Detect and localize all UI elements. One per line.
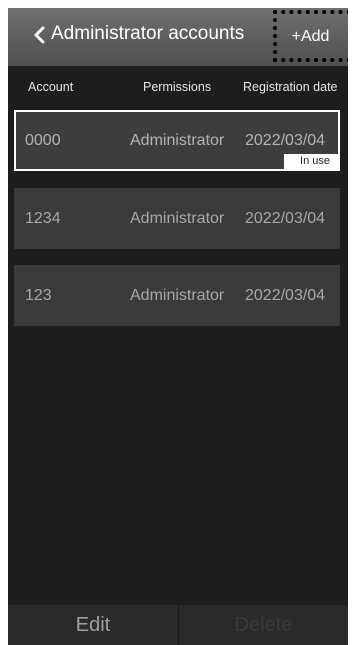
account-row[interactable]: 123 Administrator 2022/03/04 [14,265,340,326]
account-row[interactable]: 0000 Administrator 2022/03/04 In use [14,110,340,171]
account-id: 123 [25,286,52,304]
column-header: Account Permissions Registration date [8,66,348,106]
account-id: 0000 [25,131,61,149]
add-account-button[interactable]: +Add [273,12,348,62]
app-screen: Administrator accounts +Add Account Perm… [8,8,348,645]
edit-button[interactable]: Edit [8,605,179,645]
column-header-account: Account [28,80,74,94]
account-id: 1234 [25,209,61,227]
account-row[interactable]: 1234 Administrator 2022/03/04 [14,188,340,249]
in-use-badge: In use [284,154,338,169]
column-header-permissions: Permissions [143,80,212,94]
back-button[interactable] [26,21,54,49]
account-permissions: Administrator [130,131,225,149]
header-bar: Administrator accounts +Add [8,8,348,66]
account-permissions: Administrator [130,209,225,227]
column-header-registration-date: Registration date [243,80,338,94]
page-title: Administrator accounts [51,23,245,44]
delete-button[interactable]: Delete [179,605,348,645]
chevron-left-icon [34,26,45,44]
account-registration-date: 2022/03/04 [245,286,326,304]
account-permissions: Administrator [130,286,225,304]
bottom-action-bar: Edit Delete [8,605,348,645]
account-registration-date: 2022/03/04 [245,131,326,149]
account-registration-date: 2022/03/04 [245,209,326,227]
